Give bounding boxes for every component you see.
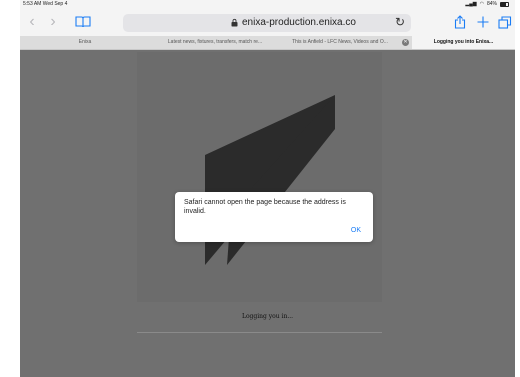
tab-enixa[interactable]: Enixa [20, 36, 150, 49]
close-icon: ✕ [403, 39, 408, 45]
book-icon [75, 16, 91, 28]
loading-text: Logging you in... [241, 313, 294, 320]
signal-icon: ▂▄▆ [465, 1, 477, 7]
tab-latest-news[interactable]: Latest news, fixtures, transfers, match … [150, 36, 280, 49]
chevron-right-icon: › [50, 13, 56, 30]
error-alert-dialog: Safari cannot open the page because the … [175, 192, 373, 242]
forward-button[interactable]: › [46, 13, 60, 31]
divider [137, 332, 382, 333]
status-icons: ▂▄▆ ◠ 84% [465, 1, 509, 7]
tabs-icon [498, 15, 512, 29]
chevron-left-icon: ‹ [29, 13, 35, 30]
battery-icon [500, 1, 509, 7]
new-tab-button[interactable] [475, 13, 491, 31]
back-button[interactable]: ‹ [25, 13, 39, 31]
status-bar: 5:53 AM Wed Sep 4 ▂▄▆ ◠ 84% [20, 0, 515, 9]
battery-percent: 84% [486, 1, 497, 7]
share-button[interactable] [452, 13, 468, 31]
address-bar[interactable]: enixa-production.enixa.co ↻ [123, 14, 411, 32]
reload-icon: ↻ [394, 15, 405, 29]
browser-window: 5:53 AM Wed Sep 4 ▂▄▆ ◠ 84% ‹ › enixa-pr… [20, 0, 515, 377]
alert-message: Safari cannot open the page because the … [184, 199, 346, 215]
plus-icon [477, 16, 489, 28]
ok-button[interactable]: OK [351, 227, 361, 234]
tab-strip: Enixa Latest news, fixtures, transfers, … [20, 36, 515, 50]
bookmarks-button[interactable] [73, 13, 93, 31]
reload-button[interactable]: ↻ [395, 15, 405, 29]
tab-this-is-anfield[interactable]: This is Anfield - LFC News, Videos and O… [280, 36, 400, 49]
wifi-icon: ◠ [479, 1, 484, 7]
close-tab-button[interactable]: ✕ [402, 39, 409, 46]
lock-icon [231, 18, 238, 27]
status-time: 5:53 AM Wed Sep 4 [23, 1, 68, 7]
tab-logging-in[interactable]: Logging you into Enixa... [412, 36, 515, 49]
toolbar: ‹ › enixa-production.enixa.co ↻ [20, 9, 515, 36]
url-text: enixa-production.enixa.co [242, 17, 356, 28]
tabs-button[interactable] [497, 13, 513, 31]
share-icon [454, 15, 466, 29]
